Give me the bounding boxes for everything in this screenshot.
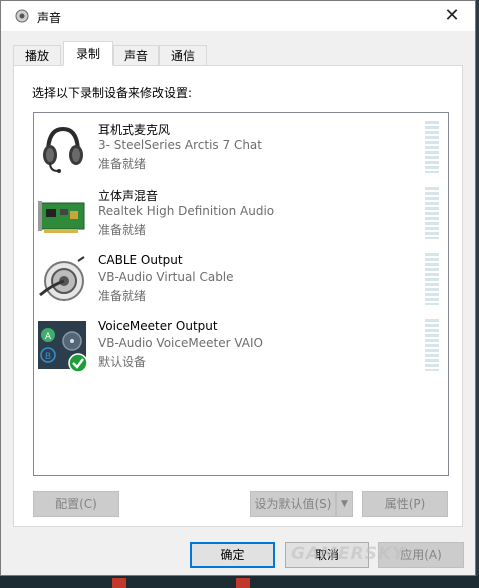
speaker-app-icon xyxy=(15,9,29,23)
device-name: VoiceMeeter Output xyxy=(98,319,218,333)
tab-playback[interactable]: 播放 xyxy=(13,45,61,65)
recording-panel: 选择以下录制设备来修改设置: 耳机式麦克风 3- SteelSeries Arc… xyxy=(13,65,463,527)
close-button[interactable]: ✕ xyxy=(429,1,475,31)
set-default-dropdown-arrow[interactable]: ▼ xyxy=(336,491,353,517)
device-name: CABLE Output xyxy=(98,253,183,267)
device-status: 默认设备 xyxy=(98,355,147,369)
device-item-stereo-mix[interactable]: 立体声混音 Realtek High Definition Audio 准备就绪 xyxy=(34,185,448,249)
svg-text:A: A xyxy=(45,332,52,342)
background-block xyxy=(112,578,126,588)
sound-dialog: 声音 ✕ 播放 录制 声音 通信 选择以下录制设备来修改设置: 耳机式麦克风 3… xyxy=(0,0,476,576)
level-meter xyxy=(425,319,439,371)
device-list[interactable]: 耳机式麦克风 3- SteelSeries Arctis 7 Chat 准备就绪… xyxy=(33,112,449,476)
background-taskbar-strip xyxy=(0,576,479,588)
device-item-voicemeeter-output[interactable]: A B VoiceMeeter Output VB-Audio VoiceMee… xyxy=(34,317,448,381)
device-item-headset-mic[interactable]: 耳机式麦克风 3- SteelSeries Arctis 7 Chat 准备就绪 xyxy=(34,119,448,183)
device-status: 准备就绪 xyxy=(98,223,147,237)
device-name: 立体声混音 xyxy=(98,189,159,203)
headset-icon xyxy=(43,126,83,173)
level-meter xyxy=(425,253,439,305)
device-description: 3- SteelSeries Arctis 7 Chat xyxy=(98,138,262,152)
title-bar: 声音 ✕ xyxy=(1,1,475,31)
device-item-cable-output[interactable]: CABLE Output VB-Audio Virtual Cable 准备就绪 xyxy=(34,251,448,315)
device-status: 准备就绪 xyxy=(98,157,147,171)
tab-sounds[interactable]: 声音 xyxy=(113,45,159,65)
tab-communications[interactable]: 通信 xyxy=(159,45,207,65)
tab-recording[interactable]: 录制 xyxy=(63,41,113,66)
device-description: VB-Audio Virtual Cable xyxy=(98,270,234,284)
properties-button[interactable]: 属性(P) xyxy=(362,491,448,517)
device-status: 准备就绪 xyxy=(98,289,147,303)
level-meter xyxy=(425,187,439,239)
watermark-logo: GAMERSKY xyxy=(291,544,406,564)
background-block xyxy=(236,578,250,588)
cable-icon xyxy=(39,256,85,301)
instruction-text: 选择以下录制设备来修改设置: xyxy=(32,86,193,100)
set-default-button[interactable]: 设为默认值(S) xyxy=(250,491,336,517)
window-title: 声音 xyxy=(37,11,62,25)
device-description: Realtek High Definition Audio xyxy=(98,204,275,218)
configure-button[interactable]: 配置(C) xyxy=(33,491,119,517)
device-name: 耳机式麦克风 xyxy=(98,123,171,137)
sound-card-icon xyxy=(38,201,85,233)
level-meter xyxy=(425,121,439,173)
device-description: VB-Audio VoiceMeeter VAIO xyxy=(98,336,263,350)
svg-text:B: B xyxy=(45,352,51,362)
default-check-icon xyxy=(68,353,88,373)
ok-button[interactable]: 确定 xyxy=(190,542,275,568)
